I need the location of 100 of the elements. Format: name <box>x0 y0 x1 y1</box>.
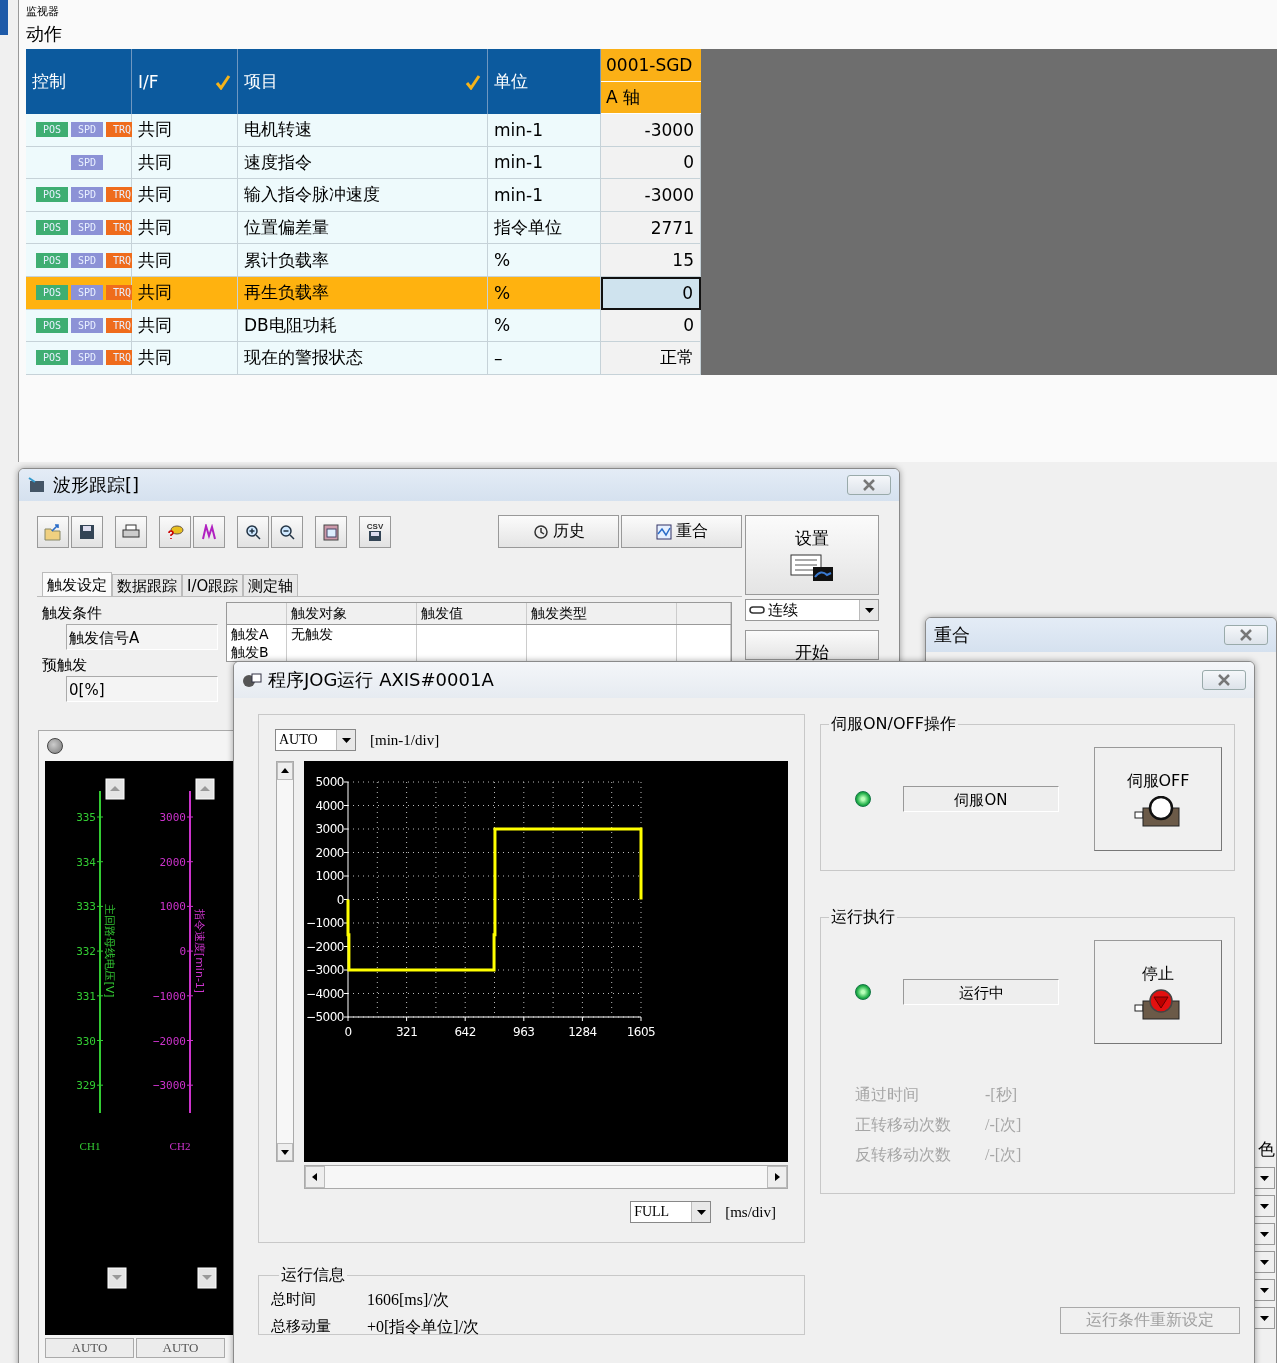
horizontal-scrollbar[interactable] <box>304 1165 788 1189</box>
tab[interactable]: 触发设定 <box>42 572 112 596</box>
toolbar-button[interactable] <box>237 515 269 548</box>
triangle-arrow-icon <box>281 1148 289 1156</box>
table-cell: 再生负载率 <box>238 276 488 310</box>
mode-tag: POS <box>36 122 68 138</box>
dropdown-arrow-icon <box>1259 1287 1269 1293</box>
table-cell: DB电阻功耗 <box>238 309 488 343</box>
tab[interactable]: 测定轴 <box>243 574 299 596</box>
window-title: 程序JOG运行 AXIS#0001A <box>268 668 494 692</box>
axis-tick-label: 0 <box>336 892 344 907</box>
toolbar-button[interactable] <box>271 515 303 548</box>
dropdown-arrow-icon <box>1259 1259 1269 1265</box>
table-cell: min-1 <box>488 146 601 180</box>
axis-tick-label: 330 <box>76 1034 96 1048</box>
printer-icon <box>122 523 140 540</box>
mode-tag: SPD <box>71 154 103 170</box>
table-cell: 共同 <box>132 276 238 310</box>
overlay-icon <box>655 523 672 540</box>
dropdown-button[interactable] <box>1253 1167 1275 1189</box>
axis-tick-label: 5000 <box>315 775 344 789</box>
tab[interactable]: I/O跟踪 <box>182 574 244 596</box>
column-header[interactable]: 项目 <box>238 49 488 114</box>
value-cell: 2771 <box>601 211 701 245</box>
triangle-arrow-icon <box>281 767 289 775</box>
table-cell: 共同 <box>132 244 238 277</box>
toolbar-button[interactable] <box>71 515 103 548</box>
axis-tick-label: 0 <box>344 1025 352 1039</box>
scroll-down-button[interactable] <box>277 1143 293 1161</box>
servo-off-button[interactable]: 伺服OFF <box>1094 747 1222 851</box>
input-field[interactable]: 触发信号A <box>66 624 218 650</box>
axis-tick-label: −3000 <box>305 963 344 977</box>
column-header: 触发对象 <box>287 603 417 624</box>
axis-tick-label: 3000 <box>315 822 344 836</box>
window-title: 重合 <box>934 623 970 647</box>
value-cell: 0 <box>601 146 701 180</box>
axis-tick-label: 1605 <box>626 1025 656 1039</box>
value-cell: 正常 <box>601 342 701 375</box>
window-app-icon <box>242 671 262 689</box>
start-button[interactable]: 开始 <box>745 630 879 660</box>
table-cell: 输入指令脉冲速度 <box>238 179 488 212</box>
axis-tick-label: 331 <box>76 989 96 1003</box>
axis-tick-label: −2000 <box>305 939 344 954</box>
scroll-right-button[interactable] <box>767 1166 787 1188</box>
table-cell: % <box>488 244 601 277</box>
mode-tag: SPD <box>71 252 103 268</box>
table-cell: min-1 <box>488 179 601 212</box>
mode-tag: SPD <box>71 317 103 333</box>
scale-button[interactable]: AUTO <box>136 1338 225 1358</box>
scale-button[interactable]: AUTO <box>45 1338 134 1358</box>
dropdown-button[interactable] <box>1253 1251 1275 1273</box>
scale-dropdown[interactable]: FULL <box>630 1201 712 1223</box>
toolbar-button[interactable]: 重合 <box>621 515 742 548</box>
close-icon <box>861 479 877 491</box>
clipboard-icon <box>323 522 339 541</box>
zoom-out-icon <box>279 523 295 540</box>
value-cell: -3000 <box>601 179 701 212</box>
scale-dropdown[interactable]: AUTO <box>275 729 356 751</box>
close-button[interactable] <box>1224 625 1268 645</box>
close-button[interactable] <box>1202 670 1246 690</box>
column-header[interactable]: 单位 <box>488 49 601 114</box>
tab[interactable]: 数据跟踪 <box>112 574 182 596</box>
vertical-scrollbar[interactable] <box>276 761 294 1162</box>
scroll-up-button[interactable] <box>277 762 293 780</box>
input-field[interactable]: 0[%] <box>66 676 218 702</box>
axis-tick-label: 2000 <box>159 855 186 869</box>
axis-tick-label: 332 <box>76 945 96 959</box>
axis-tick-label: 334 <box>76 855 96 869</box>
close-button[interactable] <box>847 475 891 495</box>
scroll-left-button[interactable] <box>305 1166 325 1188</box>
dropdown-button[interactable] <box>1253 1223 1275 1245</box>
column-header[interactable]: I/F <box>132 49 238 114</box>
channel-label: CH2 <box>169 1140 191 1152</box>
settings-button[interactable]: 设置 <box>745 515 879 595</box>
window-app-icon <box>27 476 47 494</box>
table-cell: 现在的警报状态 <box>238 342 488 375</box>
column-header[interactable]: 控制 <box>26 49 132 114</box>
window-title: 波形跟踪[] <box>53 473 140 497</box>
toolbar-button[interactable] <box>193 515 225 548</box>
mode-dropdown[interactable]: 连续 <box>745 599 879 621</box>
axis-tick-label: 0 <box>179 945 186 959</box>
stop-button[interactable]: 停止 <box>1094 940 1222 1044</box>
stat-value: /-[次] <box>985 1115 1022 1135</box>
dropdown-arrow-icon <box>1259 1315 1269 1321</box>
dropdown-button[interactable] <box>1253 1279 1275 1301</box>
mode-tag: POS <box>36 220 68 236</box>
axis-label: 指令速度[min-1] <box>193 908 206 994</box>
toolbar-button[interactable]: 历史 <box>498 515 619 548</box>
axis-tick-label: 642 <box>454 1025 476 1039</box>
toolbar-button[interactable]: CSV <box>359 515 391 548</box>
axis-tick-label: 963 <box>513 1025 535 1039</box>
marker-icon <box>166 523 184 540</box>
dropdown-button[interactable] <box>1253 1307 1275 1329</box>
axis-tick-label: 2000 <box>315 845 344 860</box>
table-cell: 累计负载率 <box>238 244 488 277</box>
group-title: 运行信息 <box>280 1265 346 1286</box>
axis-tick-label: 4000 <box>315 798 344 813</box>
dropdown-button[interactable] <box>1253 1195 1275 1217</box>
check-icon <box>465 73 481 90</box>
mode-tag: SPD <box>71 285 103 301</box>
